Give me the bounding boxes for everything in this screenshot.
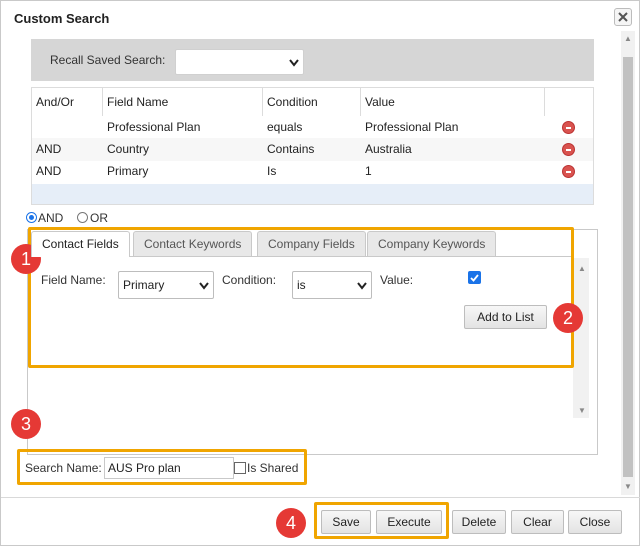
callout-badge-4: 4: [276, 508, 306, 538]
chevron-down-icon: [289, 59, 299, 67]
or-radio-label: OR: [90, 211, 108, 225]
column-header-value: Value: [361, 88, 545, 116]
row-value: Professional Plan: [365, 120, 459, 134]
delete-button[interactable]: Delete: [452, 510, 506, 534]
highlight-box-4: [314, 502, 449, 539]
remove-row-icon[interactable]: [562, 165, 575, 178]
column-header-condition: Condition: [263, 88, 361, 116]
column-header-field-name: Field Name: [103, 88, 263, 116]
row-condition: Contains: [267, 142, 315, 156]
inner-scroll-down-icon[interactable]: ▼: [575, 405, 589, 417]
remove-row-icon[interactable]: [562, 121, 575, 134]
row-field: Country: [107, 142, 150, 156]
or-radio[interactable]: [77, 212, 88, 223]
scroll-up-arrow-icon[interactable]: ▲: [621, 33, 635, 45]
recall-saved-search-label: Recall Saved Search:: [50, 53, 166, 67]
table-footer: [32, 184, 593, 204]
table-row: AND Country Contains Australia: [32, 138, 593, 161]
row-condition: Is: [267, 164, 277, 178]
callout-badge-2: 2: [553, 303, 583, 333]
tab-content-scrollbar[interactable]: [573, 258, 589, 418]
row-andor: AND: [36, 142, 62, 156]
column-header-andor: And/Or: [32, 88, 103, 116]
scroll-down-arrow-icon[interactable]: ▼: [621, 481, 635, 493]
clear-button[interactable]: Clear: [511, 510, 564, 534]
row-field: Primary: [107, 164, 149, 178]
table-row: AND Primary Is 1: [32, 160, 593, 183]
dialog-close-button[interactable]: [614, 8, 632, 26]
highlight-box-3: [17, 449, 307, 485]
row-field: Professional Plan: [107, 120, 201, 134]
tab-contact-fields[interactable]: Contact Fields: [31, 231, 130, 257]
callout-badge-3: 3: [11, 409, 41, 439]
row-condition: equals: [267, 120, 303, 134]
remove-row-icon[interactable]: [562, 143, 575, 156]
recall-saved-search-select[interactable]: [175, 49, 304, 75]
and-radio[interactable]: [26, 212, 37, 223]
criteria-table: And/Or Field Name Condition Value Profes…: [31, 87, 594, 205]
row-andor: AND: [36, 164, 62, 178]
custom-search-dialog: Custom Search ▲ ▼ Recall Saved Search: A…: [0, 0, 640, 546]
footer-separator: [1, 497, 640, 498]
row-value: Australia: [365, 142, 412, 156]
row-value: 1: [365, 164, 372, 178]
close-button[interactable]: Close: [568, 510, 622, 534]
row-andor: [32, 116, 36, 139]
close-icon: [618, 12, 628, 22]
inner-scroll-up-icon[interactable]: ▲: [575, 263, 589, 275]
table-row: Professional Plan equals Professional Pl…: [32, 116, 593, 139]
dialog-title: Custom Search: [14, 11, 110, 26]
dialog-scrollbar-thumb[interactable]: [623, 57, 633, 477]
and-radio-label: AND: [38, 211, 64, 225]
column-header-actions: [545, 88, 593, 116]
